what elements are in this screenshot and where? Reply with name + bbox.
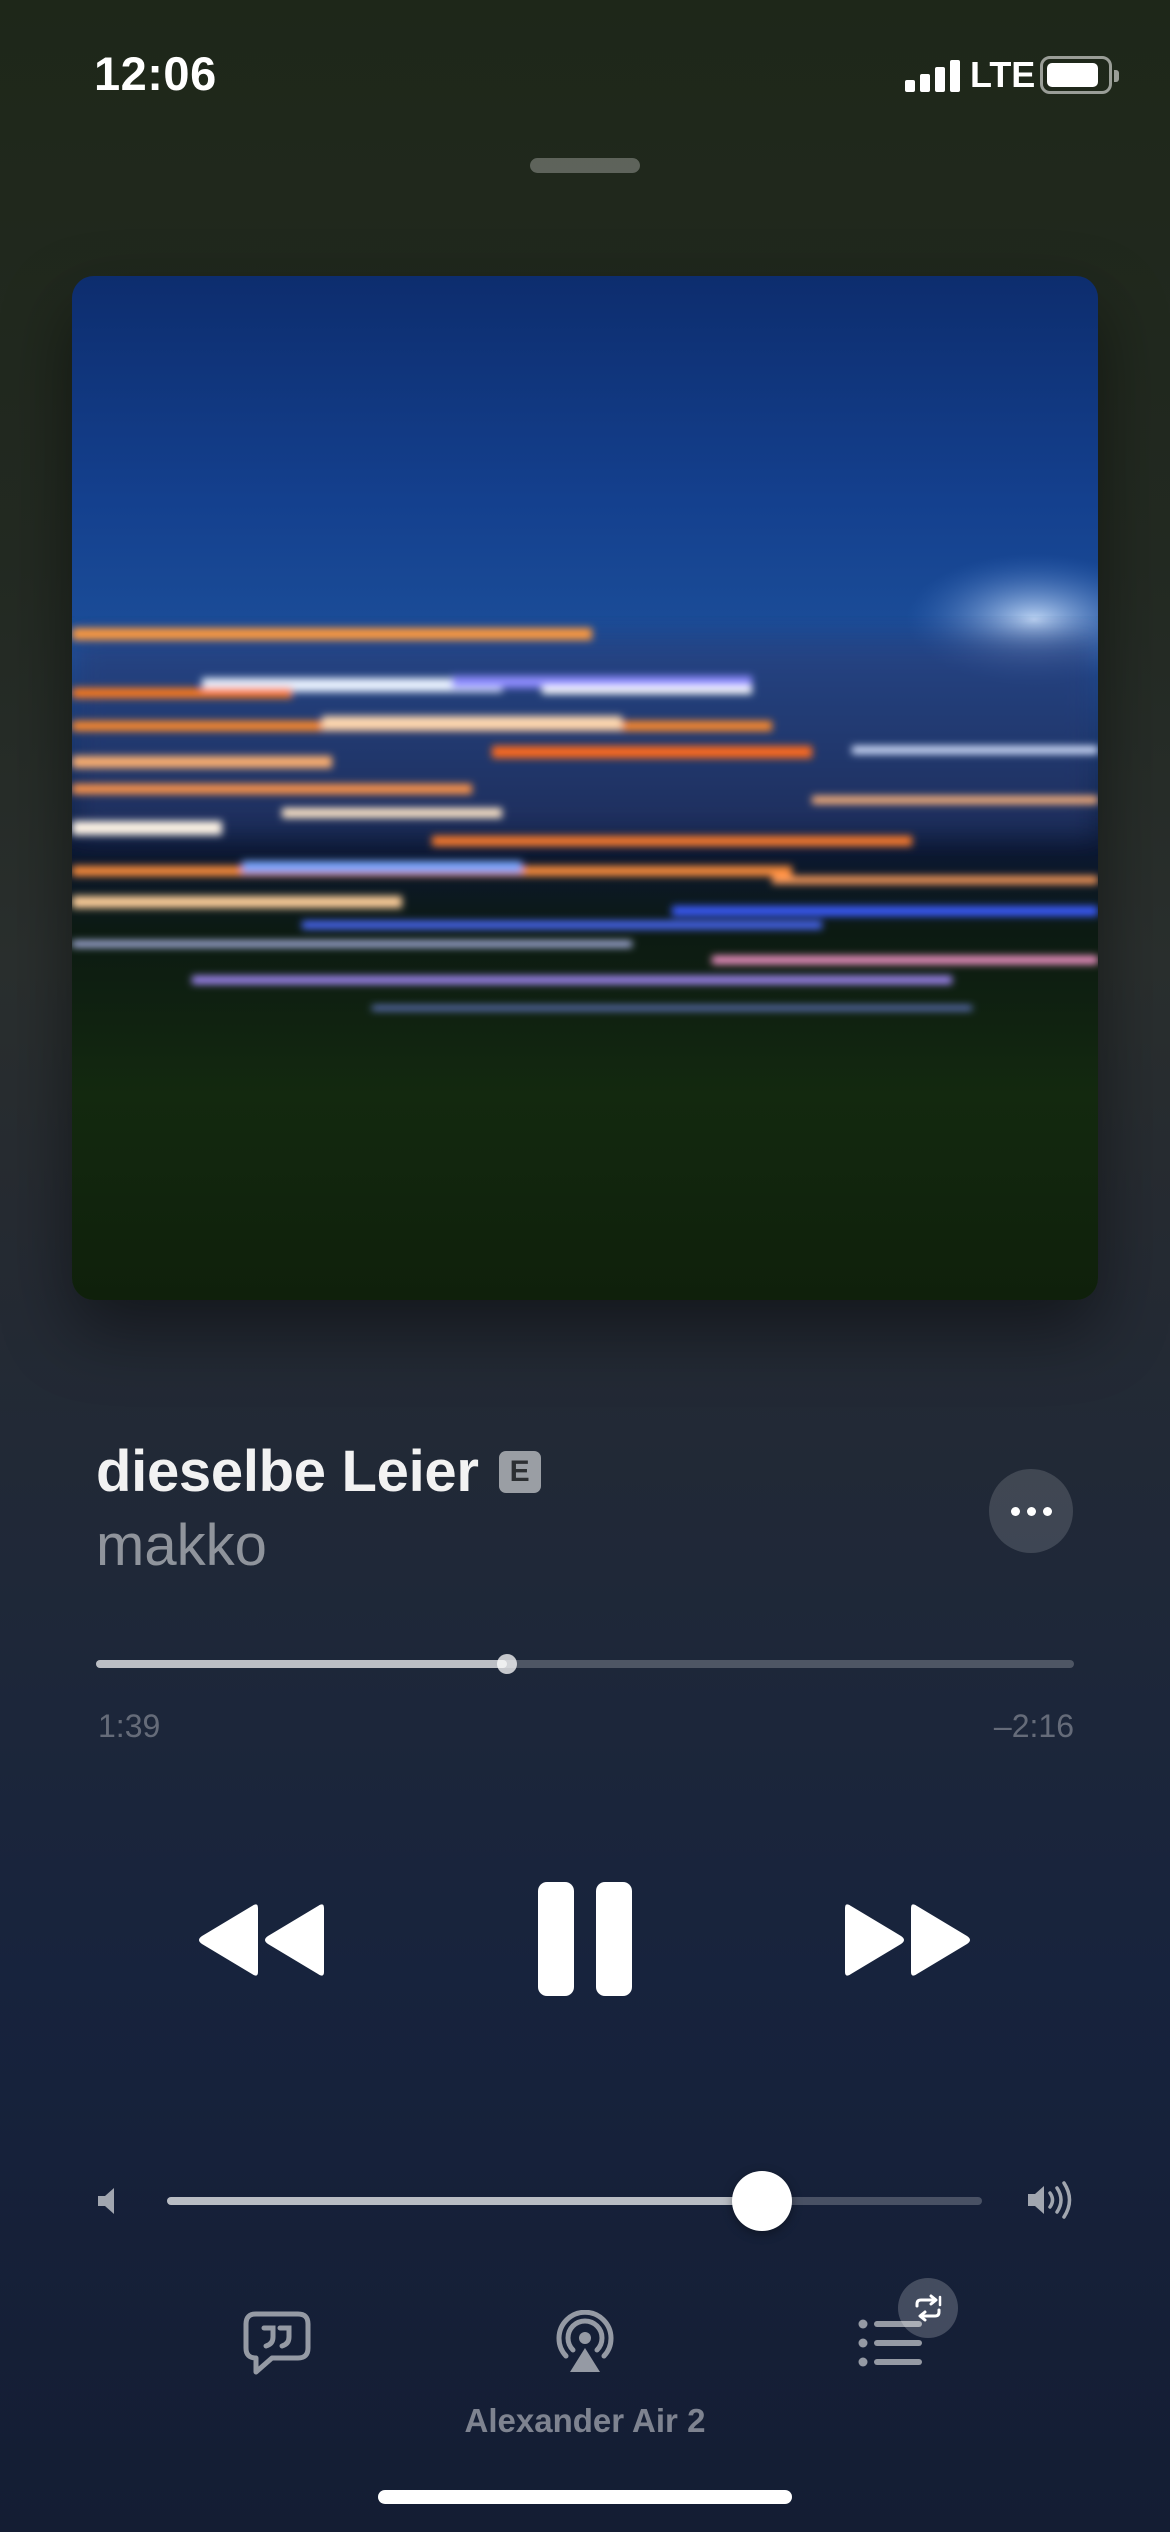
- sheet-grabber[interactable]: [530, 158, 640, 173]
- playback-progress-fill: [96, 1660, 507, 1668]
- battery-icon: [1040, 56, 1119, 94]
- network-type: LTE: [970, 54, 1036, 95]
- volume-slider-knob[interactable]: [731, 2171, 792, 2231]
- airplay-button[interactable]: [552, 2309, 618, 2381]
- volume-fill: [167, 2197, 762, 2205]
- pause-button[interactable]: [536, 1880, 634, 1998]
- lyrics-button[interactable]: [242, 2310, 312, 2381]
- airplay-audio-icon: [556, 2309, 614, 2372]
- playback-scrubber[interactable]: [96, 1654, 1074, 1674]
- explicit-badge: E: [498, 1450, 541, 1493]
- status-time: 12:06: [94, 47, 217, 100]
- repeat-one-badge[interactable]: [898, 2278, 958, 2338]
- battery-fill: [1047, 63, 1099, 87]
- cellular-signal-icon: [905, 60, 961, 92]
- remaining-time: –2:16: [993, 1708, 1074, 1744]
- status-bar: 12:06 LTE: [0, 0, 1170, 140]
- track-artist[interactable]: makko: [96, 1512, 267, 1579]
- volume-high-icon: [1026, 2180, 1074, 2225]
- pause-icon: [538, 1882, 632, 1996]
- track-title: dieselbe Leier: [96, 1439, 479, 1504]
- home-indicator[interactable]: [378, 2490, 792, 2504]
- forward-icon: [845, 1904, 970, 1976]
- airplay-device-name[interactable]: Alexander Air 2: [0, 2402, 1170, 2440]
- artwork-light-streaks: [72, 536, 1098, 1010]
- album-artwork: [72, 276, 1098, 1300]
- playback-scrubber-knob[interactable]: [496, 1654, 517, 1674]
- lyrics-quote-bubble-icon: [243, 2311, 311, 2375]
- track-title-row: dieselbe Leier E: [96, 1438, 541, 1505]
- volume-slider[interactable]: [167, 2171, 982, 2231]
- rewind-button[interactable]: [196, 1902, 326, 1978]
- backward-icon: [199, 1904, 324, 1976]
- elapsed-time: 1:39: [98, 1708, 161, 1744]
- forward-button[interactable]: [843, 1902, 973, 1978]
- volume-low-icon: [96, 2186, 120, 2221]
- repeat-one-icon: [915, 2294, 942, 2322]
- more-options-button[interactable]: [989, 1469, 1073, 1553]
- ellipsis-icon: [1010, 1506, 1020, 1516]
